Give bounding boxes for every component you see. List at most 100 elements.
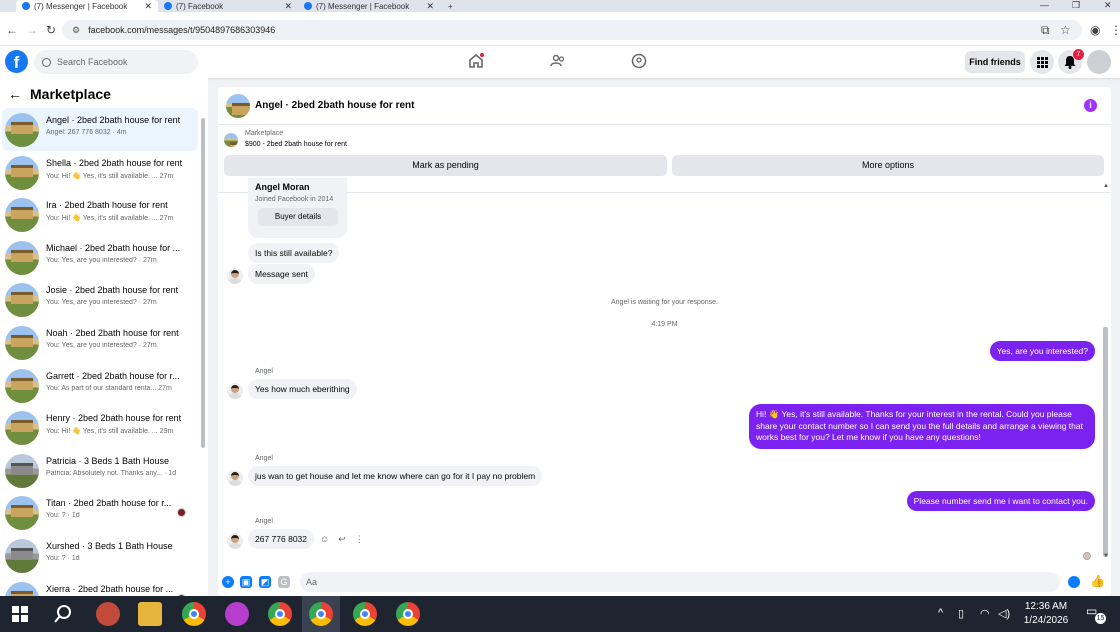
forward-icon[interactable]: → (26, 23, 38, 37)
conversation-item[interactable]: Xierra · 2bed 2bath house for ... (2, 577, 198, 596)
install-app-icon[interactable]: ⧉ (1041, 23, 1050, 38)
profile-icon[interactable]: ◉ (1090, 23, 1100, 37)
thumbs-up-icon[interactable]: 👍 (1090, 574, 1105, 588)
new-tab-button[interactable]: + (442, 0, 456, 12)
message-bubble-incoming[interactable]: Is this still available? (248, 243, 340, 263)
taskbar-search-icon[interactable] (53, 604, 73, 624)
more-actions-icon[interactable]: ⋮ (355, 534, 364, 545)
conversation-preview: You: Yes, are you interested? · 27m (46, 299, 157, 307)
battery-icon[interactable]: ▯ (958, 607, 964, 620)
sticker-icon[interactable]: ◩ (259, 576, 271, 588)
restore-icon[interactable]: ❐ (1072, 0, 1080, 11)
app-icon[interactable] (96, 602, 120, 626)
listing-thumbnail (5, 113, 39, 147)
message-bubble-outgoing[interactable]: Yes, are you interested? (989, 341, 1095, 361)
message-composer: + ▣ ◩ G Aa 👍 (218, 569, 1111, 596)
file-explorer-icon[interactable] (138, 602, 162, 626)
conversation-item[interactable]: Angel · 2bed 2bath house for rent Angel:… (2, 108, 198, 151)
close-window-icon[interactable]: ✕ (1104, 0, 1112, 11)
volume-icon[interactable]: ◁) (998, 607, 1010, 620)
message-bubble-incoming[interactable]: jus wan to get house and let me know whe… (248, 466, 543, 486)
listing-thumbnail[interactable] (224, 133, 238, 147)
tab-title: (7) Messenger | Facebook (34, 1, 128, 11)
conversation-preview: You: Hi! 👋 Yes, it's still available. ..… (46, 428, 174, 436)
conversation-item[interactable]: Noah · 2bed 2bath house for rent You: Ye… (2, 321, 198, 364)
home-icon[interactable] (467, 52, 485, 70)
conversation-item[interactable]: Patricia · 3 Beds 1 Bath House Patricia:… (2, 449, 198, 492)
notifications-bell-icon[interactable]: 7 (1058, 49, 1084, 74)
system-clock[interactable]: 12:36 AM 1/24/2026 (1020, 600, 1072, 628)
message-input[interactable]: Aa (300, 572, 1060, 592)
chat-avatar[interactable] (226, 94, 250, 118)
sender-avatar[interactable] (227, 383, 243, 399)
conversation-item[interactable]: Ira · 2bed 2bath house for rent You: Hi!… (2, 193, 198, 236)
chat-scrollbar[interactable] (1103, 327, 1108, 557)
scroll-up-icon[interactable]: ▲ (1103, 183, 1109, 189)
chrome-icon[interactable] (268, 602, 292, 626)
conversation-name: Xurshed · 3 Beds 1 Bath House (46, 540, 173, 551)
tab-messenger[interactable]: (7) Messenger | Facebook ✕ (298, 0, 440, 12)
message-bubble-incoming[interactable]: 267 776 8032 (248, 529, 314, 549)
tab-messenger-active[interactable]: (7) Messenger | Facebook ✕ (16, 0, 158, 12)
message-bubble-outgoing[interactable]: Hi! 👋 Yes, it's still available. Thanks … (749, 404, 1095, 449)
buyer-details-button[interactable]: Buyer details (258, 208, 338, 226)
chrome-profile-icon[interactable] (225, 602, 249, 626)
facebook-logo-icon[interactable]: f (5, 50, 28, 73)
bookmark-star-icon[interactable]: ☆ (1060, 23, 1071, 37)
listing-thumbnail (5, 240, 39, 275)
reply-icon[interactable]: ↩ (338, 534, 346, 545)
find-friends-button[interactable]: Find friends (965, 51, 1025, 73)
sender-avatar[interactable] (227, 533, 243, 549)
chrome-icon[interactable] (353, 602, 377, 626)
add-icon[interactable]: + (222, 576, 234, 588)
chrome-icon[interactable] (309, 602, 333, 626)
scroll-down-icon[interactable]: ▼ (1103, 553, 1109, 559)
sidebar-scrollbar[interactable] (201, 118, 205, 448)
gif-icon[interactable]: G (278, 576, 290, 588)
conversation-item[interactable]: Garrett · 2bed 2bath house for r... You:… (2, 364, 198, 407)
photo-icon[interactable]: ▣ (240, 576, 252, 588)
search-input[interactable]: Search Facebook (34, 50, 198, 74)
url-bar[interactable]: ⚙ facebook.com/messages/t/95048976863039… (62, 20, 1082, 40)
back-arrow-icon[interactable]: ← (8, 86, 22, 102)
tab-title: (7) Facebook (176, 1, 224, 11)
conversation-item[interactable]: Titan · 2bed 2bath house for r... You: ?… (2, 491, 198, 534)
menu-grid-icon[interactable] (1030, 50, 1054, 74)
wifi-icon[interactable]: ◠ (980, 607, 990, 620)
back-icon[interactable]: ← (6, 23, 18, 37)
message-bubble-incoming[interactable]: Message sent (248, 264, 315, 284)
facebook-icon (164, 2, 172, 10)
chrome-icon[interactable] (182, 602, 206, 626)
conversation-item[interactable]: Josie · 2bed 2bath house for rent You: Y… (2, 278, 198, 321)
tray-chevron-icon[interactable]: ^ (938, 607, 943, 619)
conversation-item[interactable]: Michael · 2bed 2bath house for ... You: … (2, 236, 198, 279)
sender-avatar[interactable] (227, 268, 243, 284)
conversation-item[interactable]: Shella · 2bed 2bath house for rent You: … (2, 151, 198, 194)
conversation-item[interactable]: Henry · 2bed 2bath house for rent You: H… (2, 406, 198, 449)
chrome-icon[interactable] (396, 602, 420, 626)
conversation-item[interactable]: Xurshed · 3 Beds 1 Bath House You: ? · 1… (2, 534, 198, 577)
close-tab-icon[interactable]: ✕ (426, 1, 434, 12)
listing-title[interactable]: $900 - 2bed 2bath house for rent (245, 141, 347, 148)
browser-menu-icon[interactable]: ⋮ (1110, 23, 1120, 37)
tab-facebook[interactable]: (7) Facebook ✕ (158, 0, 298, 12)
emoji-icon[interactable] (1068, 576, 1080, 588)
close-tab-icon[interactable]: ✕ (284, 1, 292, 12)
mark-as-pending-button[interactable]: Mark as pending (224, 155, 667, 176)
react-emoji-icon[interactable]: ☺ (320, 534, 329, 545)
friends-icon[interactable] (549, 52, 567, 70)
more-options-button[interactable]: More options (672, 155, 1104, 176)
message-bubble-outgoing[interactable]: Please number send me i want to contact … (906, 491, 1095, 511)
close-tab-icon[interactable]: ✕ (144, 1, 152, 12)
sender-avatar[interactable] (227, 470, 243, 486)
message-bubble-incoming[interactable]: Yes how much eberithing (248, 379, 357, 399)
reload-icon[interactable]: ↻ (46, 23, 56, 37)
groups-icon[interactable] (630, 52, 648, 70)
site-info-icon[interactable]: ⚙ (72, 25, 80, 36)
info-icon[interactable]: i (1084, 99, 1097, 112)
chat-title[interactable]: Angel · 2bed 2bath house for rent (255, 100, 414, 111)
notification-center-icon[interactable]: ▭ 15 (1086, 604, 1106, 624)
account-avatar[interactable] (1087, 50, 1111, 74)
windows-start-icon[interactable] (12, 606, 28, 622)
minimize-icon[interactable]: — (1040, 0, 1049, 10)
